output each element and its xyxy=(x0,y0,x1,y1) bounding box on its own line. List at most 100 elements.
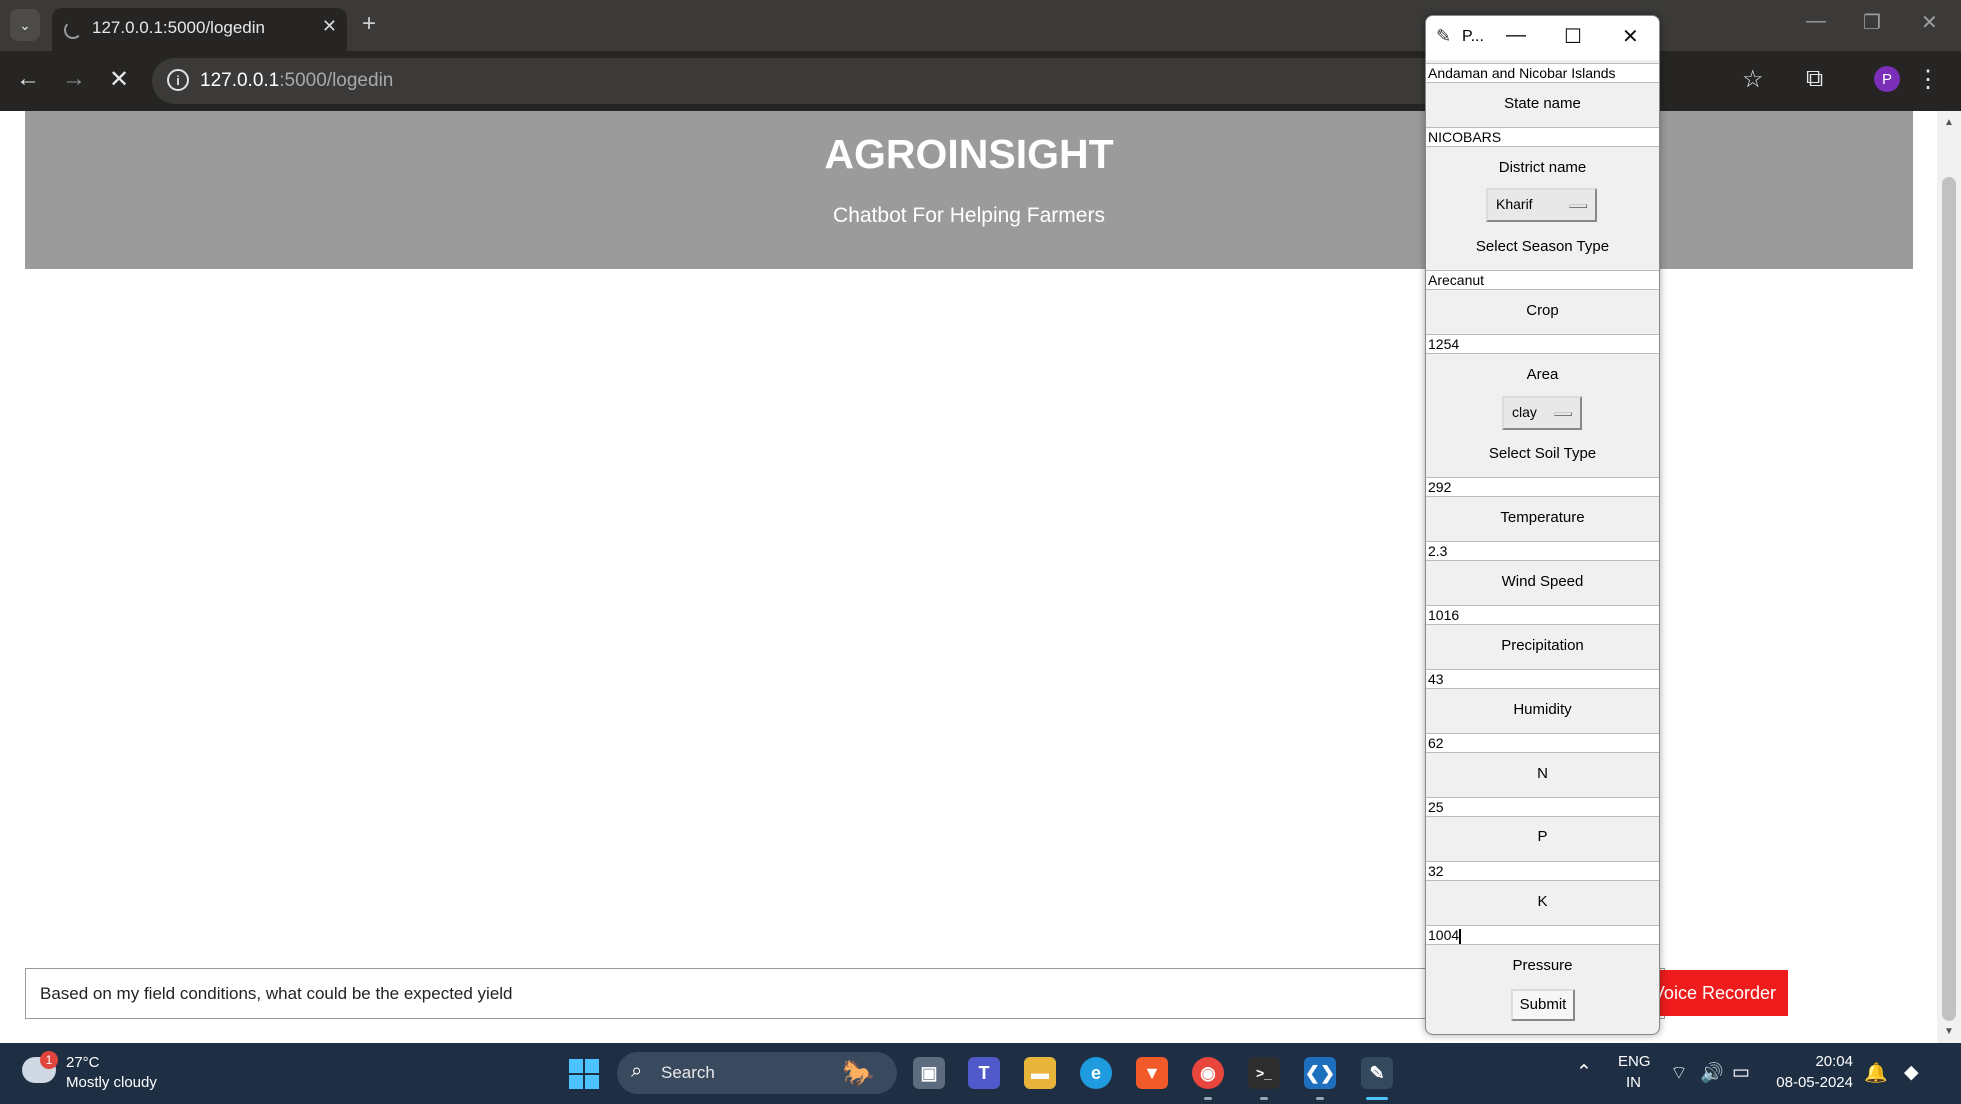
battery-icon[interactable]: ▭ xyxy=(1732,1061,1750,1084)
tab-search-button[interactable]: ⌄ xyxy=(10,9,40,41)
maximize-icon[interactable]: ☐ xyxy=(1564,24,1582,49)
weather-description[interactable]: Mostly cloudy xyxy=(66,1074,157,1091)
taskbar-search[interactable]: ⌕ Search 🐎 xyxy=(617,1052,897,1094)
task-view-icon[interactable]: ▣ xyxy=(913,1057,945,1089)
season-selected: Kharif xyxy=(1496,196,1533,212)
precipitation-field[interactable]: 1016 xyxy=(1426,605,1659,625)
voice-recorder-button[interactable]: Voice Recorder xyxy=(1648,970,1788,1016)
scroll-down-icon[interactable]: ▼ xyxy=(1944,1026,1954,1037)
back-icon[interactable]: ← xyxy=(16,65,40,93)
wind-speed-field[interactable]: 2.3 xyxy=(1426,541,1659,561)
soil-selected: clay xyxy=(1512,404,1537,420)
stop-loading-icon[interactable]: ✕ xyxy=(109,65,129,94)
district-field[interactable]: NICOBARS xyxy=(1426,127,1659,147)
search-highlight-icon: 🐎 xyxy=(842,1058,875,1088)
copilot-icon[interactable]: ◆ xyxy=(1904,1061,1919,1084)
text-caret xyxy=(1459,928,1462,944)
vscode-icon[interactable]: ❮❯ xyxy=(1304,1057,1336,1089)
close-window-icon[interactable]: ✕ xyxy=(1921,10,1938,35)
site-info-icon[interactable]: i xyxy=(167,69,189,91)
edge-icon[interactable]: e xyxy=(1080,1057,1112,1089)
k-field[interactable]: 32 xyxy=(1426,861,1659,881)
running-indicator xyxy=(1260,1097,1268,1100)
p-label: P xyxy=(1537,828,1548,845)
search-label: Search xyxy=(661,1063,715,1082)
clock-time[interactable]: 20:04 xyxy=(1815,1053,1853,1070)
soil-label: Select Soil Type xyxy=(1488,445,1597,462)
area-field[interactable]: 1254 xyxy=(1426,334,1659,354)
extensions-icon[interactable]: ⧉ xyxy=(1806,65,1823,93)
humidity-field[interactable]: 43 xyxy=(1426,669,1659,689)
brave-icon[interactable]: ▼ xyxy=(1136,1057,1168,1089)
file-explorer-icon[interactable]: ▬ xyxy=(1024,1057,1056,1089)
terminal-icon[interactable]: >_ xyxy=(1248,1057,1280,1089)
pressure-value: 1004 xyxy=(1428,927,1460,943)
dropdown-indicator-icon xyxy=(1554,412,1572,416)
active-app-indicator xyxy=(1366,1097,1388,1100)
page-scrollbar[interactable]: ▲ ▼ xyxy=(1937,111,1961,1043)
submit-button[interactable]: Submit xyxy=(1511,989,1575,1021)
scrollbar-thumb[interactable] xyxy=(1942,177,1956,1021)
area-label: Area xyxy=(1526,366,1559,383)
pressure-field[interactable]: 1004 xyxy=(1426,925,1659,945)
dropdown-indicator-icon xyxy=(1569,204,1587,208)
wifi-icon[interactable]: ⌔ xyxy=(1670,1061,1688,1085)
language-bottom[interactable]: IN xyxy=(1626,1074,1641,1091)
chrome-icon[interactable]: ◉ xyxy=(1192,1057,1224,1089)
season-dropdown[interactable]: Kharif xyxy=(1486,188,1597,222)
browser-tab-bar: ⌄ 127.0.0.1:5000/logedin ✕ + — ❐ ✕ xyxy=(0,0,1961,51)
search-icon: ⌕ xyxy=(631,1060,643,1082)
prediction-form-window: ✎ P... — ☐ ✕ Andaman and Nicobar Islands… xyxy=(1425,15,1660,1035)
restore-icon[interactable]: ❐ xyxy=(1863,10,1881,35)
volume-icon[interactable]: 🔊 xyxy=(1700,1061,1724,1085)
wind-speed-label: Wind Speed xyxy=(1501,573,1584,590)
n-label: N xyxy=(1537,765,1548,782)
soil-dropdown[interactable]: clay xyxy=(1502,396,1582,430)
language-top[interactable]: ENG xyxy=(1618,1053,1651,1070)
weather-notification-badge: 1 xyxy=(40,1051,58,1069)
weather-temperature[interactable]: 27°C xyxy=(66,1054,100,1071)
state-label: State name xyxy=(1504,95,1581,112)
chevron-up-icon[interactable]: ⌃ xyxy=(1576,1061,1592,1084)
close-icon[interactable]: ✕ xyxy=(1622,24,1639,49)
close-tab-icon[interactable]: ✕ xyxy=(322,16,337,37)
k-label: K xyxy=(1537,893,1548,910)
minimize-icon[interactable]: — xyxy=(1506,24,1526,47)
scroll-up-icon[interactable]: ▲ xyxy=(1944,117,1954,128)
forward-icon[interactable]: → xyxy=(62,65,86,93)
window-title-bar: ✎ P... — ☐ ✕ xyxy=(1426,16,1659,60)
running-indicator xyxy=(1204,1097,1212,1100)
pressure-label: Pressure xyxy=(1512,957,1573,974)
feather-icon: ✎ xyxy=(1436,26,1452,46)
menu-kebab-icon[interactable]: ⋮ xyxy=(1916,65,1940,94)
running-indicator xyxy=(1316,1097,1324,1100)
district-label: District name xyxy=(1498,159,1587,176)
loading-spinner-icon xyxy=(64,21,82,39)
active-tab[interactable]: 127.0.0.1:5000/logedin ✕ xyxy=(52,8,347,51)
chat-input[interactable] xyxy=(25,968,1665,1019)
url-text: 127.0.0.1:5000/logedin xyxy=(200,70,394,91)
window-title: P... xyxy=(1462,28,1484,45)
web-page: AGROINSIGHT Chatbot For Helping Farmers … xyxy=(0,111,1961,1043)
minimize-icon[interactable]: — xyxy=(1806,10,1826,33)
state-field[interactable]: Andaman and Nicobar Islands xyxy=(1426,63,1659,83)
windows-start-icon[interactable] xyxy=(569,1059,599,1089)
tab-title: 127.0.0.1:5000/logedin xyxy=(92,18,265,37)
temperature-label: Temperature xyxy=(1500,509,1585,526)
season-label: Select Season Type xyxy=(1475,238,1610,255)
bookmark-star-icon[interactable]: ☆ xyxy=(1742,65,1764,94)
p-field[interactable]: 25 xyxy=(1426,797,1659,817)
n-field[interactable]: 62 xyxy=(1426,733,1659,753)
temperature-field[interactable]: 292 xyxy=(1426,477,1659,497)
taskbar: 1 27°C Mostly cloudy ⌕ Search 🐎 ▣ T ▬ e … xyxy=(0,1043,1961,1104)
clock-date[interactable]: 08-05-2024 xyxy=(1773,1074,1853,1091)
teams-icon[interactable]: T xyxy=(968,1057,1000,1089)
crop-field[interactable]: Arecanut xyxy=(1426,270,1659,290)
precipitation-label: Precipitation xyxy=(1501,637,1584,654)
profile-avatar[interactable]: P xyxy=(1874,66,1900,92)
notification-bell-icon[interactable]: 🔔 xyxy=(1864,1061,1888,1085)
python-feather-icon[interactable]: ✎ xyxy=(1361,1057,1393,1089)
new-tab-button[interactable]: + xyxy=(362,10,376,38)
humidity-label: Humidity xyxy=(1513,701,1572,718)
address-bar[interactable]: i 127.0.0.1:5000/logedin xyxy=(152,58,1492,104)
